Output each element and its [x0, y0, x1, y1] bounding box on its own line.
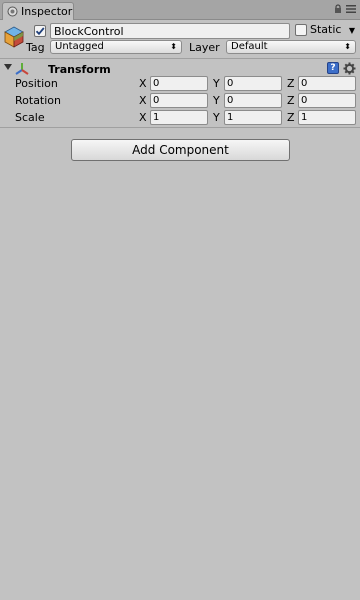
axis-y-label[interactable]: Y	[213, 77, 223, 90]
scale-x-field[interactable]: 1	[150, 110, 208, 125]
scale-row: Scale X 1 Y 1 Z 1	[0, 110, 360, 127]
menu-icon[interactable]	[346, 4, 356, 14]
static-checkbox[interactable]	[295, 24, 307, 36]
position-row: Position X 0 Y 0 Z 0	[0, 76, 360, 93]
axis-x-label[interactable]: X	[139, 77, 149, 90]
gameobject-header: BlockControl Static ▼ Tag Untagged ⬍ Lay…	[0, 20, 360, 58]
rotation-row: Rotation X 0 Y 0 Z 0	[0, 93, 360, 110]
transform-component: Transform ? Position X 0 Y 0 Z 0 Rotatio…	[0, 58, 360, 128]
rotation-label: Rotation	[15, 94, 62, 107]
scale-z-field[interactable]: 1	[298, 110, 356, 125]
rotation-z-field[interactable]: 0	[298, 93, 356, 108]
tab-inspector-label: Inspector	[21, 5, 73, 18]
add-component-button[interactable]: Add Component	[71, 139, 290, 161]
axis-y-label[interactable]: Y	[213, 94, 223, 107]
scale-y-field[interactable]: 1	[224, 110, 282, 125]
position-z-field[interactable]: 0	[298, 76, 356, 91]
position-x-field[interactable]: 0	[150, 76, 208, 91]
gear-icon[interactable]	[343, 62, 356, 75]
axis-z-label[interactable]: Z	[287, 77, 297, 90]
rotation-x-field[interactable]: 0	[150, 93, 208, 108]
inspector-icon	[7, 6, 18, 17]
dropdown-arrow-icon: ⬍	[170, 42, 177, 51]
foldout-arrow-icon[interactable]	[4, 64, 12, 70]
position-y-field[interactable]: 0	[224, 76, 282, 91]
axis-x-label[interactable]: X	[139, 111, 149, 124]
checkmark-icon	[35, 27, 45, 36]
axis-y-label[interactable]: Y	[213, 111, 223, 124]
tag-dropdown[interactable]: Untagged ⬍	[50, 40, 182, 54]
lock-icon[interactable]	[334, 4, 342, 14]
scale-label: Scale	[15, 111, 45, 124]
static-label: Static	[310, 23, 342, 36]
tag-label: Tag	[26, 41, 45, 54]
tab-strip: Inspector	[0, 0, 360, 20]
active-checkbox[interactable]	[34, 25, 46, 37]
help-icon[interactable]: ?	[327, 62, 339, 74]
object-name-input[interactable]: BlockControl	[50, 23, 290, 39]
axis-z-label[interactable]: Z	[287, 111, 297, 124]
transform-title: Transform	[48, 63, 111, 76]
gameobject-cube-icon	[4, 26, 24, 48]
dropdown-arrow-icon: ⬍	[344, 42, 351, 51]
axis-z-label[interactable]: Z	[287, 94, 297, 107]
layer-label: Layer	[189, 41, 220, 54]
tag-value: Untagged	[55, 41, 104, 52]
layer-value: Default	[231, 41, 268, 52]
tab-inspector[interactable]: Inspector	[2, 2, 74, 20]
dropdown-arrow-icon[interactable]: ▼	[346, 24, 358, 37]
axis-x-label[interactable]: X	[139, 94, 149, 107]
position-label: Position	[15, 77, 58, 90]
rotation-y-field[interactable]: 0	[224, 93, 282, 108]
transform-icon	[15, 62, 29, 76]
layer-dropdown[interactable]: Default ⬍	[226, 40, 356, 54]
